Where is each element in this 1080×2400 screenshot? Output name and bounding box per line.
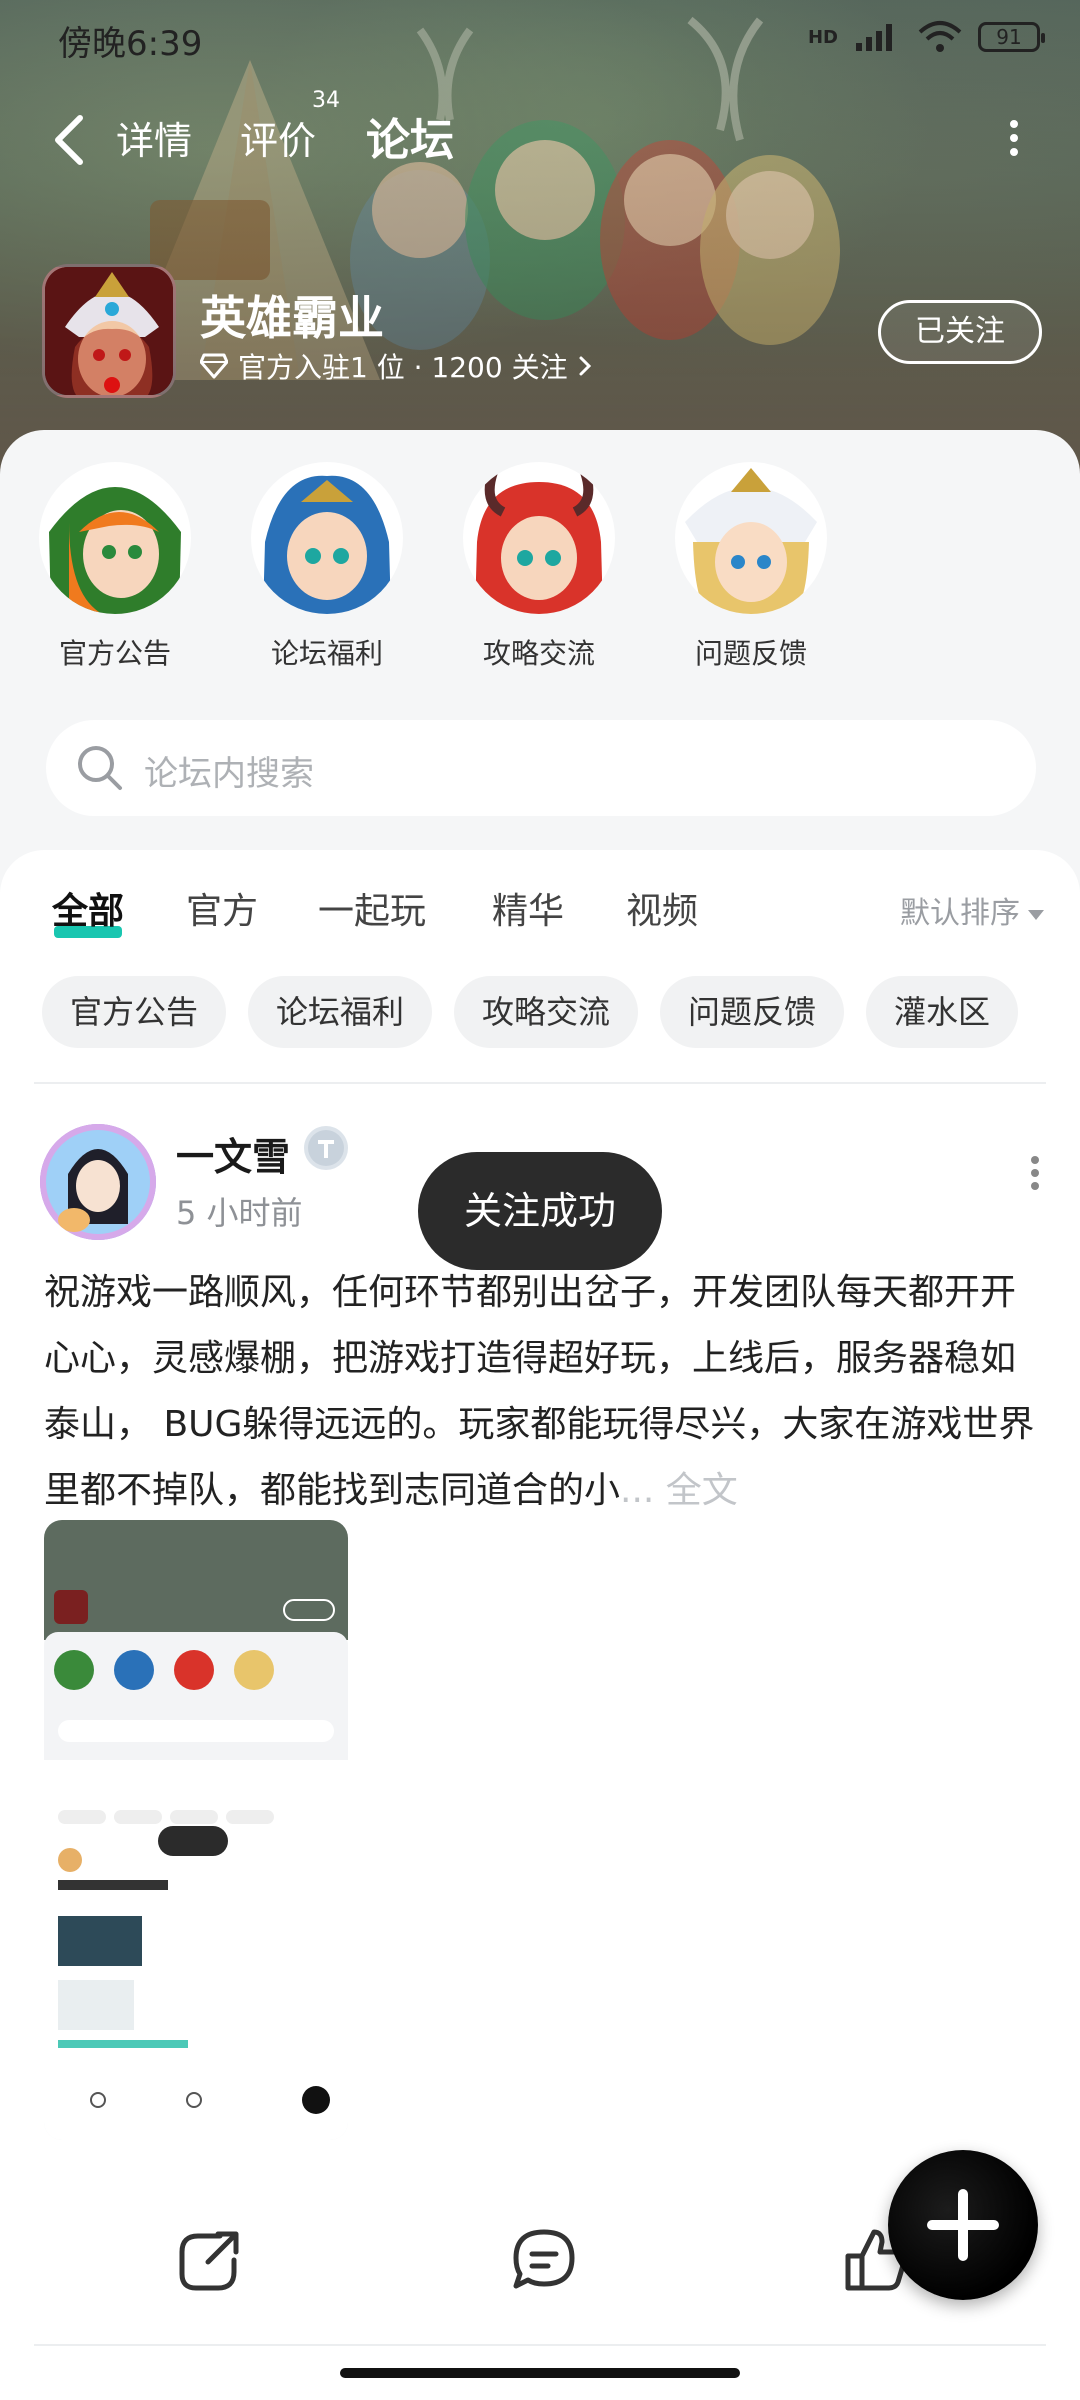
search-input[interactable]: 论坛内搜索 <box>144 746 314 795</box>
post-image[interactable] <box>44 1520 348 2140</box>
chevron-left-icon[interactable] <box>48 110 92 170</box>
category-official-announcements[interactable]: 官方公告 <box>30 462 200 672</box>
post-content[interactable]: 祝游戏一路顺风，任何环节都别出岔子，开发团队每天都开开心心，灵感爆棚，把游戏打造… <box>44 1260 1044 1524</box>
category-label: 问题反馈 <box>694 637 807 670</box>
post-author[interactable]: 一文雪 <box>176 1126 290 1181</box>
category-label: 攻略交流 <box>482 637 595 670</box>
category-label: 论坛福利 <box>270 637 383 670</box>
category-avatar <box>675 462 827 614</box>
status-icons: HD 91 <box>807 20 1045 54</box>
search-bar[interactable]: 论坛内搜索 <box>46 720 1036 816</box>
tab-details-label: 详情 <box>116 119 193 163</box>
feed-tab-featured[interactable]: 精华 <box>492 882 564 934</box>
chip-announcements[interactable]: 官方公告 <box>42 976 227 1048</box>
home-indicator[interactable] <box>340 2368 740 2378</box>
category-feedback[interactable]: 问题反馈 <box>666 462 836 672</box>
feed-tab-video[interactable]: 视频 <box>626 882 698 934</box>
app-info: 英雄霸业 官方入驻1 位 · 1200 关注 已关注 <box>42 264 1042 404</box>
forum-content: 官方公告 论坛福利 攻略交流 问题反馈 论坛内搜索 全部 官方 一起玩 精华 视… <box>0 430 1080 2400</box>
diamond-icon <box>200 353 228 379</box>
status-bar: 傍晚6:39 HD 91 <box>0 0 1080 80</box>
plus-icon <box>927 2189 999 2261</box>
tab-details[interactable]: 详情 <box>116 110 192 165</box>
tab-reviews-label: 评价 <box>240 119 317 163</box>
feed-tab-label: 官方 <box>186 891 259 932</box>
sort-label: 默认排序 <box>900 896 1020 931</box>
sort-dropdown[interactable]: 默认排序 <box>900 888 1044 932</box>
battery-level: 91 <box>996 25 1022 49</box>
feed-tab-label: 一起玩 <box>318 891 427 932</box>
feed-tabs: 全部 官方 一起玩 精华 视频 默认排序 <box>0 850 1080 960</box>
avatar[interactable] <box>40 1124 156 1240</box>
chip-strategy[interactable]: 攻略交流 <box>454 976 639 1048</box>
category-forum-benefits[interactable]: 论坛福利 <box>242 462 412 672</box>
post-text: 祝游戏一路顺风，任何环节都别出岔子，开发团队每天都开开心心，灵感爆棚，把游戏打造… <box>44 1272 1035 1511</box>
category-avatar <box>463 462 615 614</box>
category-strategy[interactable]: 攻略交流 <box>454 462 624 672</box>
tab-forum[interactable]: 论坛 <box>366 104 454 174</box>
feed-tab-label: 精华 <box>492 891 565 932</box>
network-label: HD <box>807 26 838 48</box>
chevron-right-icon <box>579 356 591 376</box>
feed-tab-label: 全部 <box>52 891 125 932</box>
tab-reviews[interactable]: 评价 34 <box>240 88 340 165</box>
signal-icon <box>856 24 892 51</box>
level-badge-icon <box>304 1126 348 1170</box>
toast-message: 关注成功 <box>418 1152 662 1270</box>
search-icon <box>78 746 122 790</box>
comment-icon[interactable] <box>504 2220 584 2300</box>
review-count-badge: 34 <box>312 88 340 113</box>
divider <box>34 2344 1046 2346</box>
topic-chips: 官方公告 论坛福利 攻略交流 问题反馈 灌水区 <box>42 976 1080 1048</box>
follow-button[interactable]: 已关注 <box>878 300 1042 364</box>
post-more-icon[interactable] <box>1030 1156 1040 1190</box>
feed-tab-play-together[interactable]: 一起玩 <box>318 882 426 934</box>
app-meta[interactable]: 官方入驻1 位 · 1200 关注 <box>200 346 592 386</box>
top-navigation: 详情 评价 34 论坛 <box>0 88 1080 180</box>
wifi-icon <box>918 21 962 52</box>
chip-water-zone[interactable]: 灌水区 <box>866 976 1019 1048</box>
category-avatar <box>39 462 191 614</box>
app-icon-art <box>45 267 173 395</box>
app-meta-text: 官方入驻1 位 · 1200 关注 <box>238 351 568 384</box>
chip-benefits[interactable]: 论坛福利 <box>248 976 433 1048</box>
post-image-screenshot <box>44 1520 348 2140</box>
tab-forum-label: 论坛 <box>366 115 454 166</box>
app-name: 英雄霸业 <box>200 291 384 345</box>
caret-down-icon <box>1028 909 1044 920</box>
category-shortcuts: 官方公告 论坛福利 攻略交流 问题反馈 <box>30 462 1070 682</box>
more-vertical-icon[interactable] <box>1008 120 1020 160</box>
category-label: 官方公告 <box>58 637 171 670</box>
divider <box>34 1082 1046 1084</box>
post-ellipsis: ... <box>620 1470 666 1511</box>
feed-tab-all[interactable]: 全部 <box>52 882 125 938</box>
chip-feedback[interactable]: 问题反馈 <box>660 976 845 1048</box>
read-more-link[interactable]: 全文 <box>666 1470 738 1511</box>
feed-tab-label: 视频 <box>626 891 699 932</box>
status-time: 傍晚6:39 <box>58 24 203 64</box>
post-time: 5 小时前 <box>176 1194 303 1232</box>
feed-tab-official[interactable]: 官方 <box>186 882 258 934</box>
category-avatar <box>251 462 403 614</box>
share-icon[interactable] <box>168 2220 248 2300</box>
battery-indicator: 91 <box>978 22 1045 52</box>
app-icon[interactable] <box>42 264 176 398</box>
create-post-button[interactable] <box>882 2144 1044 2306</box>
